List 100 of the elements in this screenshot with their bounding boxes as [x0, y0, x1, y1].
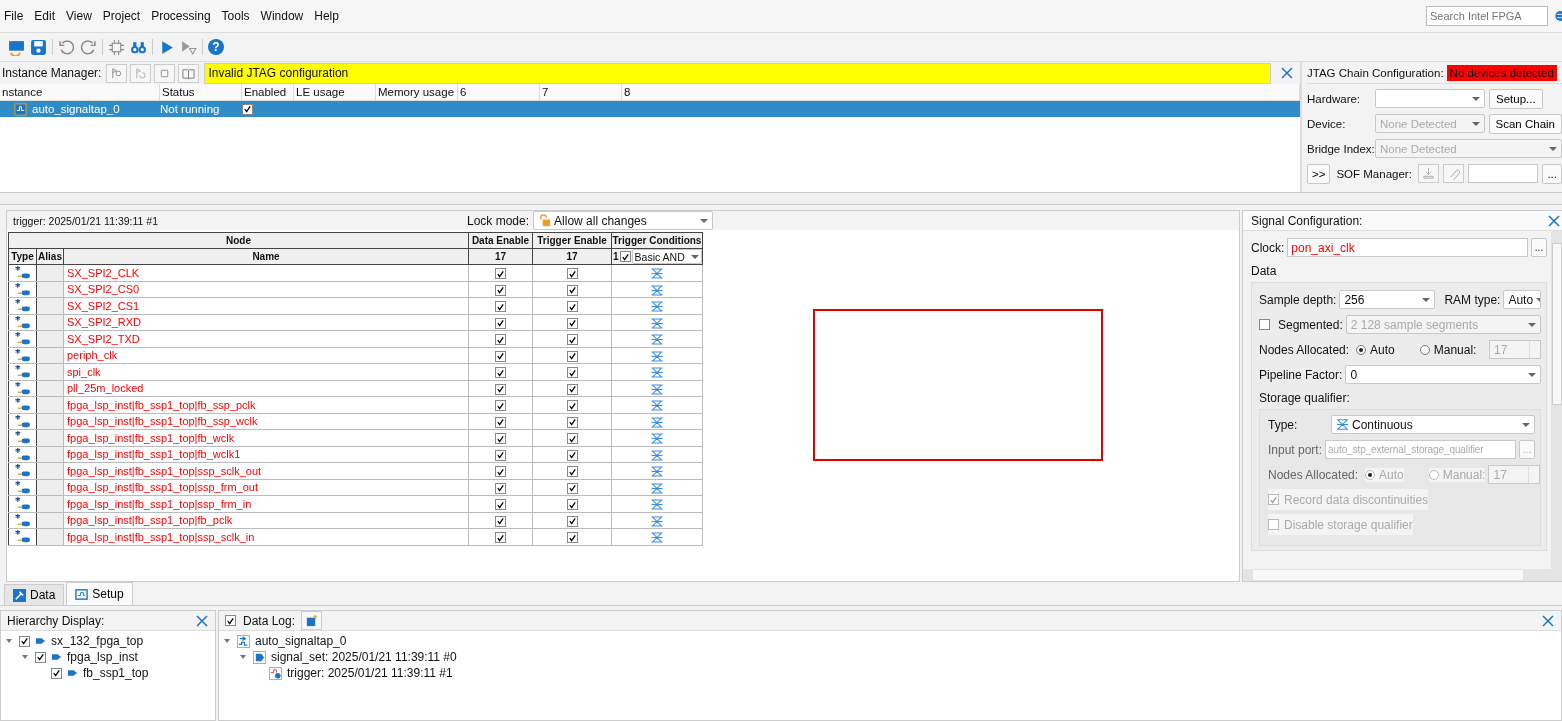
menu-item[interactable]: Window [256, 9, 309, 23]
data-enable-checkbox[interactable] [495, 466, 506, 478]
menu-item[interactable]: Tools [217, 9, 255, 23]
trigger-enable-checkbox[interactable] [566, 284, 578, 296]
expand-button[interactable]: >> [1307, 163, 1331, 184]
trigger-enable-checkbox[interactable] [566, 466, 578, 478]
data-enable-checkbox[interactable] [495, 334, 506, 346]
trigger-enable-checkbox[interactable] [566, 367, 578, 379]
data-log-checkbox[interactable] [225, 615, 236, 626]
scrollbar[interactable] [1243, 569, 1562, 581]
browse-button[interactable]: ... [1542, 163, 1562, 184]
data-enable-checkbox[interactable] [495, 268, 506, 280]
dont-care-icon[interactable] [650, 317, 664, 329]
dont-care-icon[interactable] [650, 301, 664, 313]
column-header[interactable]: 7 [540, 84, 622, 100]
dont-care-icon[interactable] [650, 416, 664, 428]
data-enable-checkbox[interactable] [495, 383, 506, 395]
trigger-enable-checkbox[interactable] [566, 317, 578, 329]
data-enable-checkbox[interactable] [495, 433, 506, 445]
data-enable-checkbox[interactable] [495, 532, 506, 544]
data-enable-checkbox[interactable] [495, 400, 506, 412]
scan-chain-button[interactable]: Scan Chain [1488, 113, 1562, 134]
scrollbar[interactable] [1551, 231, 1562, 569]
record-checkbox[interactable] [1268, 494, 1279, 505]
column-header[interactable]: LE usage [294, 84, 376, 100]
programmer-icon[interactable] [8, 38, 25, 56]
globe-icon[interactable] [1552, 9, 1562, 23]
book-button[interactable] [178, 63, 200, 83]
dont-care-icon[interactable] [650, 499, 664, 511]
dont-care-icon[interactable] [650, 482, 664, 494]
log-entry[interactable]: signal_set: 2025/01/21 11:39:11 #0 [271, 650, 457, 664]
expand-arrow-icon[interactable] [21, 653, 29, 661]
pipeline-dropdown[interactable]: 0 [1345, 365, 1541, 384]
dont-care-icon[interactable] [650, 367, 664, 379]
data-enable-checkbox[interactable] [495, 449, 506, 461]
menu-item[interactable]: File [0, 9, 29, 23]
trigger-enable-checkbox[interactable] [566, 482, 578, 494]
autorun-icon[interactable] [180, 38, 197, 56]
trigger-enable-checkbox[interactable] [566, 433, 578, 445]
data-enable-checkbox[interactable] [495, 301, 506, 313]
column-header[interactable]: 8 [622, 84, 1300, 100]
trigger-enable-checkbox[interactable] [566, 515, 578, 527]
trigger-enable-checkbox[interactable] [566, 383, 578, 395]
browse-button[interactable]: ... [1531, 238, 1547, 257]
dont-care-icon[interactable] [650, 400, 664, 412]
condition-dropdown[interactable]: Basic AND [631, 249, 702, 264]
redo-icon[interactable] [80, 38, 97, 56]
radio-button[interactable]: Manual: [1419, 342, 1477, 357]
data-enable-checkbox[interactable] [495, 482, 506, 494]
sof-field[interactable] [1467, 164, 1539, 183]
column-header[interactable]: nstance [0, 84, 160, 100]
data-enable-checkbox[interactable] [495, 515, 506, 527]
dont-care-icon[interactable] [650, 532, 664, 544]
data-enable-checkbox[interactable] [495, 367, 506, 379]
ram-type-dropdown[interactable]: Auto [1503, 290, 1541, 309]
log-entry[interactable]: auto_signaltap_0 [255, 634, 347, 648]
dont-care-icon[interactable] [650, 268, 664, 280]
condition-checkbox[interactable] [619, 251, 631, 262]
setup-button[interactable]: Setup... [1489, 88, 1543, 109]
data-enable-checkbox[interactable] [495, 350, 506, 362]
radio-button[interactable]: Auto [1356, 342, 1395, 357]
trigger-enable-checkbox[interactable] [566, 334, 578, 346]
dont-care-icon[interactable] [650, 383, 664, 395]
instance-row[interactable]: auto_signaltap_0 Not running [0, 101, 1300, 117]
menu-item[interactable]: Processing [147, 9, 216, 23]
trigger-enable-checkbox[interactable] [566, 268, 578, 280]
sample-depth-dropdown[interactable]: 256 [1339, 290, 1436, 309]
menu-item[interactable]: Help [310, 9, 344, 23]
disable-checkbox[interactable] [1268, 519, 1279, 530]
trigger-enable-checkbox[interactable] [566, 532, 578, 544]
tree-item[interactable]: fb_ssp1_top [83, 666, 149, 680]
view-tab[interactable]: Setup [66, 582, 133, 605]
data-enable-checkbox[interactable] [495, 317, 506, 329]
menu-item[interactable]: View [62, 9, 97, 23]
save-icon[interactable] [30, 38, 47, 56]
close-icon[interactable] [1281, 67, 1293, 79]
menu-item[interactable]: Project [98, 9, 146, 23]
trigger-enable-checkbox[interactable] [566, 499, 578, 511]
data-enable-checkbox[interactable] [495, 499, 506, 511]
type-dropdown[interactable]: Continuous [1331, 415, 1535, 434]
trigger-enable-checkbox[interactable] [566, 416, 578, 428]
close-icon[interactable] [1542, 614, 1554, 627]
tree-item[interactable]: sx_132_fpga_top [51, 634, 144, 648]
view-tab[interactable]: Data [4, 584, 65, 605]
trigger-enable-checkbox[interactable] [566, 301, 578, 313]
undo-icon[interactable] [58, 38, 75, 56]
dont-care-icon[interactable] [650, 433, 664, 445]
column-header[interactable]: Status [160, 84, 242, 100]
help-icon[interactable]: ? [208, 39, 224, 55]
menu-item[interactable]: Edit [30, 9, 61, 23]
dont-care-icon[interactable] [650, 284, 664, 296]
column-header[interactable]: 6 [458, 84, 540, 100]
data-enable-checkbox[interactable] [495, 284, 506, 296]
tree-item[interactable]: fpga_lsp_inst [67, 650, 138, 664]
chip-icon[interactable] [108, 38, 125, 56]
expand-arrow-icon[interactable] [239, 653, 247, 661]
trigger-enable-checkbox[interactable] [566, 350, 578, 362]
lock-mode-dropdown[interactable]: Allow all changes [533, 211, 714, 230]
segmented-checkbox[interactable] [1259, 319, 1270, 330]
clock-field[interactable]: pon_axi_clk [1287, 238, 1528, 257]
